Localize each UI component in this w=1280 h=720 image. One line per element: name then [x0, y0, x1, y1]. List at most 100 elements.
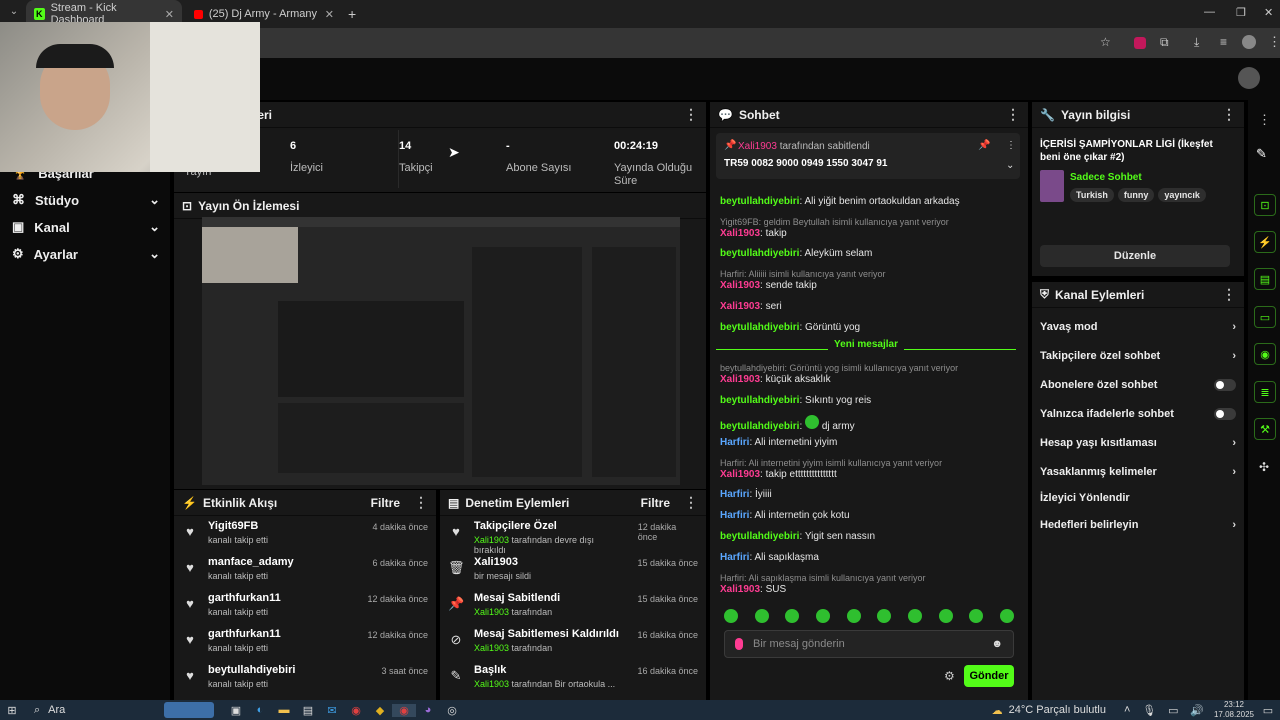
chat-user[interactable]: beytullahdiyebiri: [720, 395, 799, 406]
action-banned-words[interactable]: Yasaklanmış kelimeler ›: [1032, 457, 1244, 486]
emote-icon[interactable]: [999, 609, 1014, 623]
chat-user[interactable]: Harfiri: [720, 552, 749, 563]
chat-user[interactable]: beytullahdiyebiri: [720, 322, 799, 333]
close-tab-icon[interactable]: ✕: [165, 8, 174, 21]
rail-button-stack[interactable]: ≣: [1254, 381, 1276, 403]
extensions-puzzle-icon[interactable]: ⧉: [1160, 35, 1169, 50]
profile-avatar[interactable]: [1242, 35, 1256, 49]
outlook-icon[interactable]: ✉: [320, 704, 344, 717]
new-tab-icon[interactable]: +: [348, 6, 356, 22]
sidebar-item-channel[interactable]: ▣ Kanal ⌄: [12, 214, 160, 240]
chat-user[interactable]: beytullahdiyebiri: [720, 196, 799, 207]
sidebar-item-studio[interactable]: ⌘ Stüdyo ⌄: [12, 187, 160, 213]
bookmark-star-icon[interactable]: ☆: [1100, 35, 1111, 49]
kebab-menu-icon[interactable]: ⋮: [684, 106, 698, 123]
kebab-menu-icon[interactable]: ⋮: [1006, 140, 1016, 151]
emote-icon[interactable]: [815, 609, 830, 623]
notification-icon[interactable]: ▭: [1256, 704, 1280, 717]
tab-list-icon[interactable]: ⌄: [6, 6, 22, 22]
emote-icon[interactable]: [785, 609, 800, 623]
chevron-down-icon[interactable]: ⌄: [1006, 160, 1014, 171]
subscribers-only-toggle[interactable]: [1214, 378, 1236, 391]
chat-user[interactable]: Xali1903: [720, 469, 760, 480]
kebab-menu-icon[interactable]: ⋮: [1222, 286, 1236, 303]
chat-input[interactable]: Bir mesaj gönderin ☻: [724, 630, 1014, 658]
category-link[interactable]: Sadece Sohbet: [1070, 172, 1142, 183]
kebab-menu-icon[interactable]: ⋮: [414, 494, 428, 511]
chat-user[interactable]: Harfiri: [720, 437, 749, 448]
chat-user[interactable]: Xali1903: [720, 280, 760, 291]
discord-icon[interactable]: ◕: [416, 704, 440, 716]
rail-button-wrench[interactable]: ⚒: [1254, 418, 1276, 440]
action-raid[interactable]: İzleyici Yönlendir: [1032, 486, 1244, 510]
edge-icon[interactable]: ◐: [248, 704, 272, 716]
chat-settings-gear-icon[interactable]: ⚙: [944, 669, 955, 683]
microphone-icon[interactable]: 🎙: [1142, 704, 1156, 717]
emote-icon[interactable]: [907, 609, 922, 623]
close-window-icon[interactable]: ✕: [1264, 6, 1273, 19]
sidebar-item-settings[interactable]: ⚙ Ayarlar ⌄: [12, 241, 160, 267]
user-avatar[interactable]: [1238, 67, 1260, 89]
rail-button-bolt[interactable]: ⚡: [1254, 231, 1276, 253]
browser-menu-icon[interactable]: ⋮: [1268, 34, 1280, 50]
emote-icon[interactable]: [754, 609, 769, 623]
chrome-active-icon[interactable]: ◉: [392, 703, 416, 717]
pencil-icon[interactable]: ✎: [1256, 146, 1267, 162]
action-slow-mode[interactable]: Yavaş mod ›: [1032, 312, 1244, 341]
unpin-icon[interactable]: 📌: [978, 140, 990, 151]
edit-button[interactable]: Düzenle: [1040, 245, 1230, 267]
rail-button-chat[interactable]: ▭: [1254, 306, 1276, 328]
emoji-picker-icon[interactable]: ☻: [991, 638, 1003, 650]
rail-button-document[interactable]: ▤: [1254, 268, 1276, 290]
app-icon[interactable]: ◆: [368, 704, 392, 717]
kebab-menu-icon[interactable]: ⋮: [1258, 112, 1271, 128]
chat-user[interactable]: Xali1903: [720, 301, 760, 312]
action-followers-only[interactable]: Takipçilere özel sohbet ›: [1032, 341, 1244, 370]
kebab-menu-icon[interactable]: ⋮: [1222, 106, 1236, 123]
chat-user[interactable]: Harfiri: [720, 489, 749, 500]
network-icon[interactable]: ▭: [1168, 704, 1178, 717]
volume-icon[interactable]: 🔊: [1190, 704, 1204, 717]
chat-user[interactable]: Xali1903: [720, 584, 760, 595]
action-account-age[interactable]: Hesap yaşı kısıtlaması ›: [1032, 428, 1244, 457]
taskbar-widget-image[interactable]: [164, 702, 214, 718]
filter-button[interactable]: Filtre: [641, 496, 670, 510]
chrome-icon[interactable]: ◉: [344, 704, 368, 717]
chat-user[interactable]: beytullahdiyebiri: [720, 421, 799, 432]
add-widget-icon[interactable]: ✣: [1259, 460, 1269, 474]
chat-user[interactable]: beytullahdiyebiri: [720, 531, 799, 542]
pinned-message[interactable]: 📌 Xali1903 tarafından sabitlendi TR59 00…: [716, 133, 1020, 179]
download-icon[interactable]: ⤓: [1194, 35, 1199, 50]
kebab-menu-icon[interactable]: ⋮: [1006, 106, 1020, 123]
obs-icon[interactable]: ◎: [440, 704, 464, 717]
chat-user[interactable]: Xali1903: [720, 374, 760, 385]
store-icon[interactable]: ▤: [296, 704, 320, 717]
chat-user[interactable]: beytullahdiyebiri: [720, 248, 799, 259]
emote-icon[interactable]: [724, 609, 738, 623]
emote-icon[interactable]: [877, 609, 892, 623]
chat-user[interactable]: Xali1903: [720, 228, 760, 239]
extension-icon[interactable]: [1134, 37, 1146, 49]
file-explorer-icon[interactable]: ▬: [272, 704, 296, 716]
chat-user[interactable]: Harfiri: [720, 510, 749, 521]
close-tab-icon[interactable]: ✕: [325, 8, 334, 21]
emote-icon[interactable]: [969, 609, 984, 623]
minimize-icon[interactable]: —: [1204, 6, 1215, 18]
emote-icon[interactable]: [846, 609, 861, 623]
preview-video[interactable]: [202, 217, 680, 485]
emote-icon[interactable]: [938, 609, 953, 623]
action-emotes-only[interactable]: Yalnızca ifadelerle sohbet: [1032, 399, 1244, 428]
maximize-icon[interactable]: ❐: [1236, 6, 1246, 19]
clock[interactable]: 23:12 17.08.2025: [1212, 700, 1256, 720]
chevron-up-icon[interactable]: ˄: [1124, 704, 1130, 717]
kebab-menu-icon[interactable]: ⋮: [684, 494, 698, 511]
rail-button-broadcast[interactable]: ◉: [1254, 343, 1276, 365]
weather-widget[interactable]: ☁ 24°C Parçalı bulutlu: [992, 704, 1106, 717]
send-button[interactable]: Gönder: [964, 665, 1014, 687]
windows-start-icon[interactable]: ⊞: [0, 704, 24, 717]
taskbar-search[interactable]: ⌕ Ara: [24, 704, 164, 717]
task-view-icon[interactable]: ▣: [224, 704, 248, 717]
media-control-icon[interactable]: ≡: [1220, 35, 1227, 49]
filter-button[interactable]: Filtre: [371, 496, 400, 510]
rail-button-screen[interactable]: ⊡: [1254, 194, 1276, 216]
